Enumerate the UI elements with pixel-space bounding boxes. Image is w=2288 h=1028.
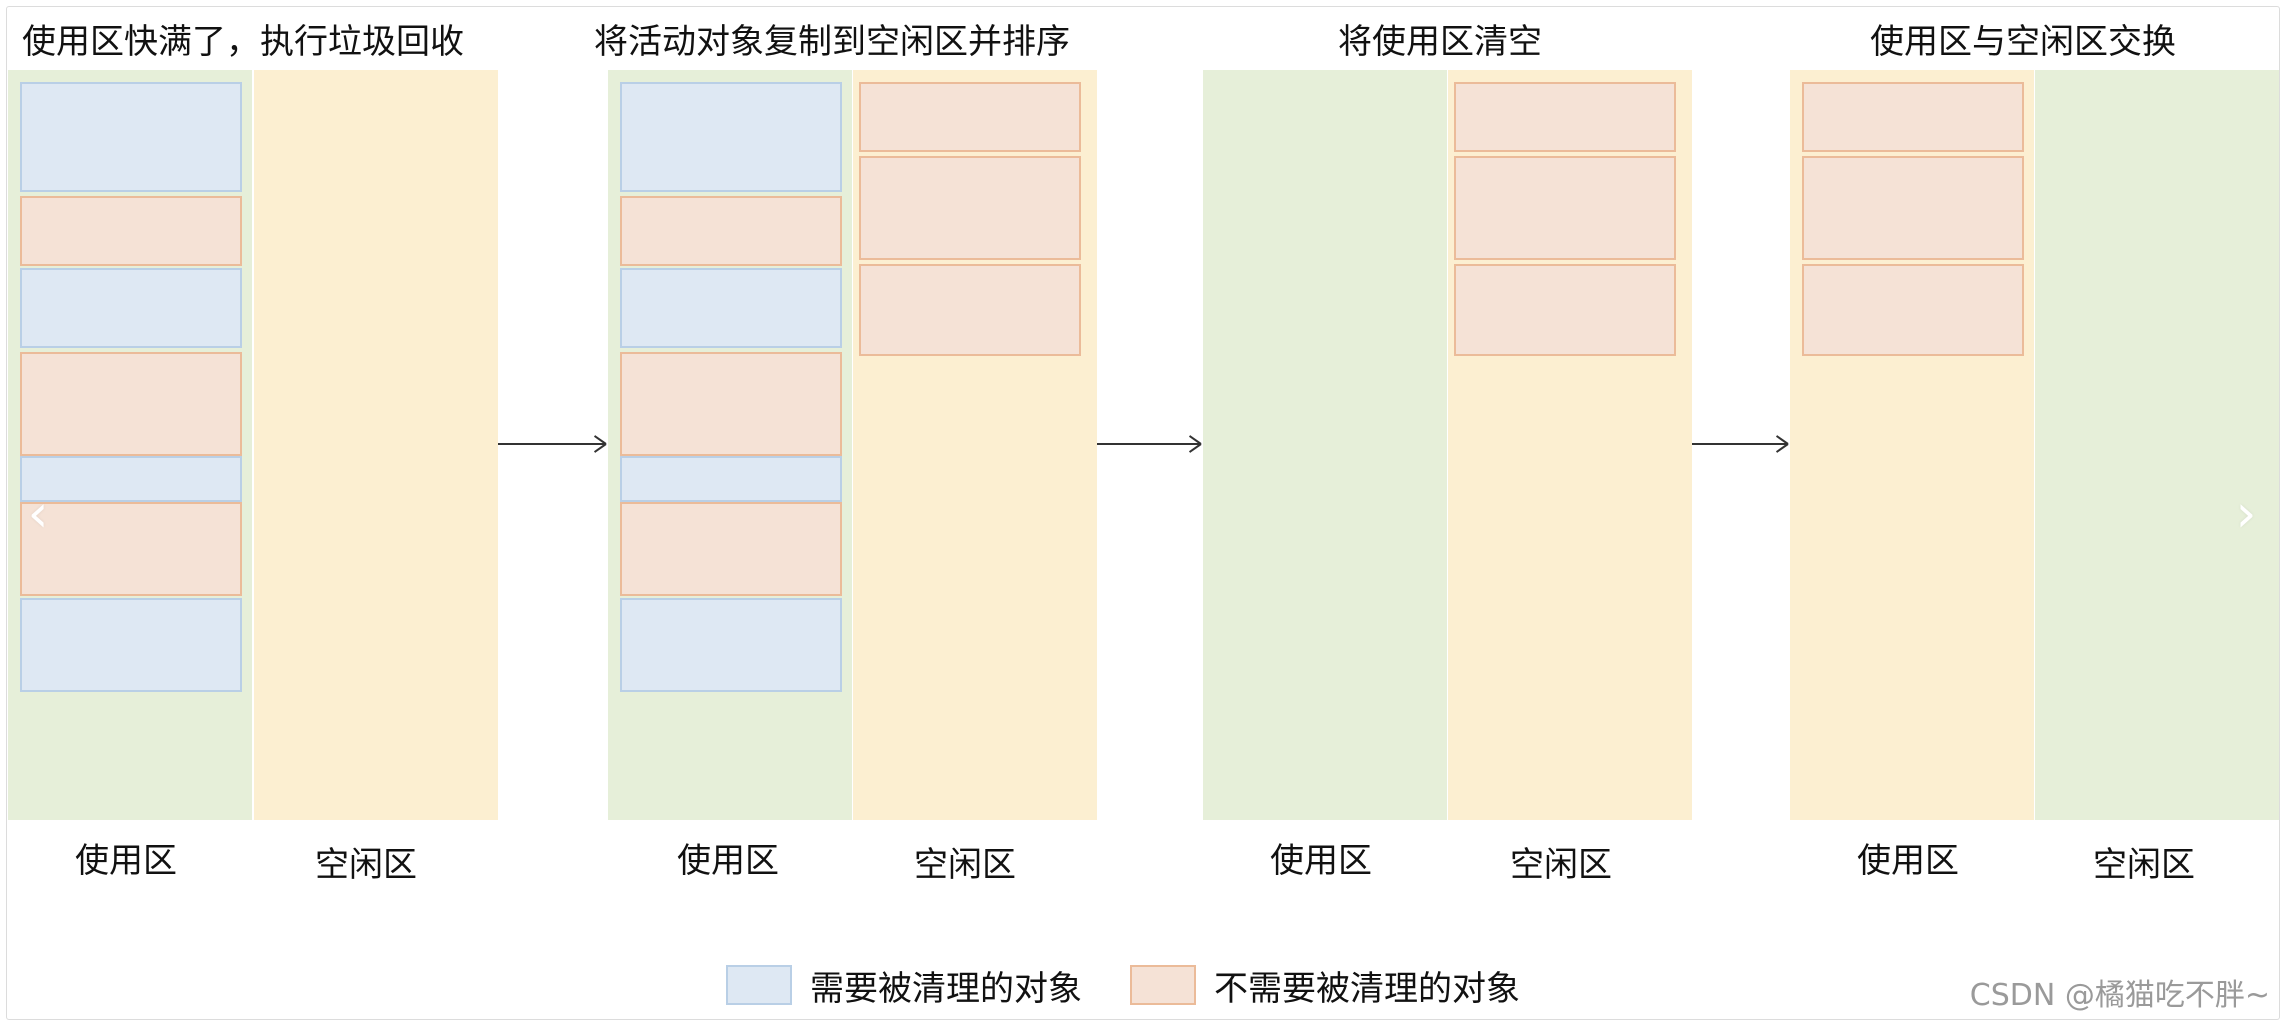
live-object [1802,82,2024,152]
chevron-right-icon[interactable]: › [2226,486,2266,542]
legend-garbage-label: 需要被清理的对象 [810,968,1082,1009]
garbage-object [620,268,842,348]
live-object [1454,264,1676,356]
right-arrow-icon [1097,434,1203,454]
live-object [859,264,1081,356]
right-arrow-icon [498,434,608,454]
live-object [20,196,242,266]
step-3-title: 将使用区清空 [1338,22,1542,62]
step-4-left-region [1790,70,2034,820]
legend-live: 不需要被清理的对象 [1130,962,1520,1009]
garbage-object [20,598,242,692]
step-2-used-region [608,70,852,820]
live-object [1802,264,2024,356]
legend-live-label: 不需要被清理的对象 [1214,968,1520,1009]
step-1-used-region [8,70,252,820]
step-2-free-region [853,70,1097,820]
step-3-used-label: 使用区 [1270,841,1372,881]
watermark: CSDN @橘猫吃不胖~ [1969,978,2270,1013]
diagram-canvas: 使用区快满了，执行垃圾回收 将活动对象复制到空闲区并排序 将使用区清空 使用区与… [0,0,2288,1028]
step-3-used-region [1203,70,1447,820]
step-1-free-label: 空闲区 [315,845,417,885]
step-3-free-region [1448,70,1692,820]
live-object [620,502,842,596]
live-object [20,352,242,456]
live-object [1454,82,1676,152]
live-object [1454,156,1676,260]
step-2-title: 将活动对象复制到空闲区并排序 [594,22,1070,62]
step-1-free-region [254,70,498,820]
right-arrow-icon [1692,434,1790,454]
live-object [620,196,842,266]
step-1-used-label: 使用区 [75,841,177,881]
step-1-title: 使用区快满了，执行垃圾回收 [22,22,464,62]
chevron-left-icon[interactable]: ‹ [18,486,58,542]
step-4-free-label: 空闲区 [2093,845,2195,885]
garbage-object [20,82,242,192]
step-3-free-label: 空闲区 [1510,845,1612,885]
live-object [859,82,1081,152]
step-4-used-label: 使用区 [1857,841,1959,881]
live-object [859,156,1081,260]
step-2-free-label: 空闲区 [914,845,1016,885]
step-4-title: 使用区与空闲区交换 [1870,22,2176,62]
step-4-right-region [2035,70,2279,820]
garbage-object [620,456,842,502]
live-object [1802,156,2024,260]
garbage-object [620,598,842,692]
legend-garbage: 需要被清理的对象 [726,962,1082,1009]
garbage-object [20,268,242,348]
legend-garbage-swatch [726,965,792,1005]
garbage-object [620,82,842,192]
legend-live-swatch [1130,965,1196,1005]
step-2-used-label: 使用区 [677,841,779,881]
live-object [620,352,842,456]
